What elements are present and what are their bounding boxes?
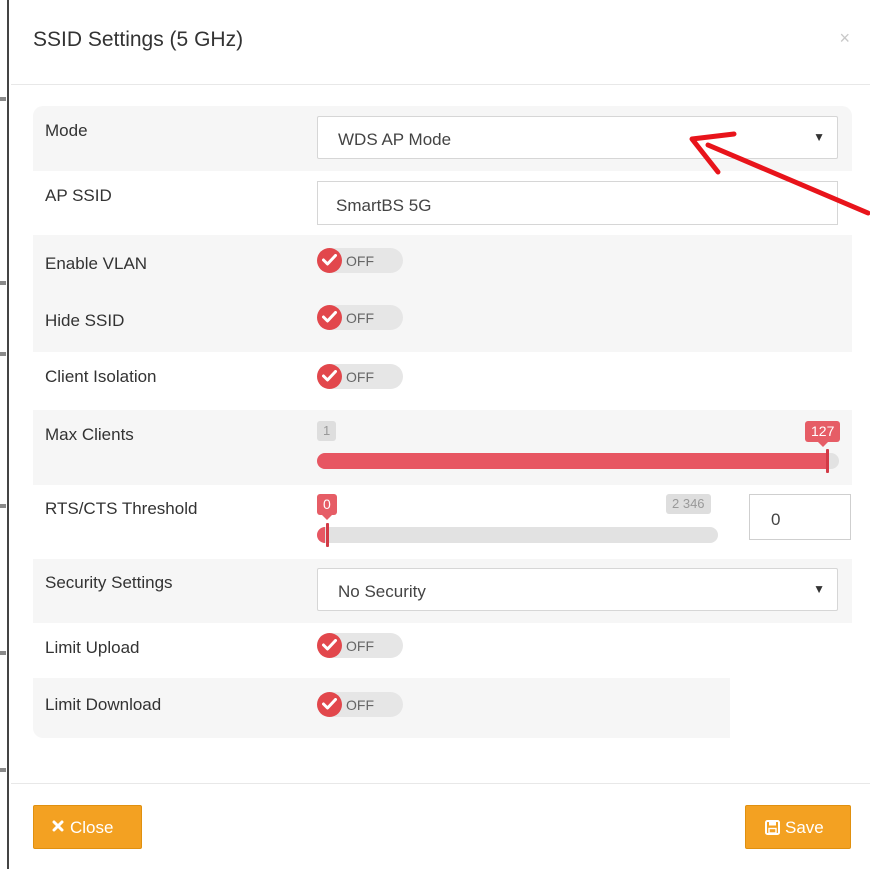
check-icon xyxy=(317,248,342,273)
mode-value: WDS AP Mode xyxy=(338,130,452,149)
enable-vlan-label: Enable VLAN xyxy=(45,254,148,273)
mode-select[interactable]: WDS AP Mode ▼ xyxy=(317,116,838,159)
edge-mark xyxy=(0,651,6,655)
row-client-isolation: Client Isolation OFF xyxy=(33,352,852,410)
edge-mark xyxy=(0,281,6,285)
ssid-settings-dialog: SSID Settings (5 GHz) × Mode WDS AP Mode… xyxy=(11,0,870,869)
security-label: Security Settings xyxy=(45,573,173,592)
dialog-title: SSID Settings (5 GHz) xyxy=(33,28,244,51)
ap-ssid-label: AP SSID xyxy=(45,186,112,205)
rts-cts-slider[interactable] xyxy=(317,527,718,543)
client-isolation-state: OFF xyxy=(346,369,374,385)
limit-download-label: Limit Download xyxy=(45,695,162,714)
row-rts-cts: RTS/CTS Threshold 0 2 346 0 xyxy=(33,485,852,559)
max-clients-label: Max Clients xyxy=(45,425,134,444)
limit-upload-state: OFF xyxy=(346,638,374,654)
edge-mark xyxy=(0,504,6,508)
check-icon xyxy=(317,633,342,658)
edge-mark xyxy=(0,768,6,772)
close-button-label: Close xyxy=(70,818,114,837)
rts-cts-slider-fill xyxy=(317,527,325,543)
row-limit-upload: Limit Upload OFF xyxy=(33,623,852,678)
close-button[interactable]: Close xyxy=(33,805,142,849)
max-clients-slider-fill xyxy=(317,453,828,469)
security-select[interactable]: No Security ▼ xyxy=(317,568,838,611)
limit-upload-toggle[interactable]: OFF xyxy=(317,633,403,658)
check-icon xyxy=(317,692,342,717)
save-button-label: Save xyxy=(785,818,824,837)
limit-upload-label: Limit Upload xyxy=(45,638,140,657)
save-button[interactable]: Save xyxy=(745,805,851,849)
row-mode: Mode WDS AP Mode ▼ xyxy=(33,106,852,171)
rts-cts-input[interactable]: 0 xyxy=(749,494,851,540)
caret-down-icon: ▼ xyxy=(813,130,825,144)
rts-cts-label: RTS/CTS Threshold xyxy=(45,499,198,518)
limit-download-toggle[interactable]: OFF xyxy=(317,692,403,717)
hide-ssid-label: Hide SSID xyxy=(45,311,125,330)
close-icon xyxy=(52,820,64,832)
enable-vlan-state: OFF xyxy=(346,253,374,269)
caret-down-icon: ▼ xyxy=(813,582,825,596)
close-icon[interactable]: × xyxy=(839,28,850,49)
mode-label: Mode xyxy=(45,121,88,140)
max-clients-min-label: 1 xyxy=(317,421,337,441)
row-max-clients: Max Clients 1 127 xyxy=(33,410,852,485)
check-icon xyxy=(317,364,342,389)
row-ap-ssid: AP SSID SmartBS 5G xyxy=(33,171,852,235)
rts-cts-slider-handle[interactable] xyxy=(326,523,329,547)
hide-ssid-toggle[interactable]: OFF xyxy=(317,305,403,330)
max-clients-slider-handle[interactable] xyxy=(826,449,829,473)
edge-mark xyxy=(0,97,6,101)
security-value: No Security xyxy=(338,582,426,601)
enable-vlan-toggle[interactable]: OFF xyxy=(317,248,403,273)
save-icon xyxy=(765,820,780,835)
client-isolation-label: Client Isolation xyxy=(45,367,157,386)
ap-ssid-value: SmartBS 5G xyxy=(336,196,432,215)
hide-ssid-state: OFF xyxy=(346,310,374,326)
row-limit-download: Limit Download OFF xyxy=(33,678,730,738)
ap-ssid-input[interactable]: SmartBS 5G xyxy=(317,181,838,225)
max-clients-value-tag: 127 xyxy=(805,421,841,447)
check-icon xyxy=(317,305,342,330)
rts-cts-max-label: 2 346 xyxy=(666,494,711,514)
max-clients-slider[interactable] xyxy=(317,453,839,469)
row-security: Security Settings No Security ▼ xyxy=(33,559,852,623)
dialog-header: SSID Settings (5 GHz) × xyxy=(11,0,870,85)
left-window-edge xyxy=(0,0,9,869)
limit-download-state: OFF xyxy=(346,697,374,713)
rts-cts-input-value: 0 xyxy=(771,510,781,529)
dialog-footer: Close Save xyxy=(11,783,870,870)
rts-cts-value-tag: 0 xyxy=(317,494,337,520)
edge-mark xyxy=(0,352,6,356)
row-vlan-hide-ssid: Enable VLAN OFF Hide SSID OFF xyxy=(33,235,852,352)
client-isolation-toggle[interactable]: OFF xyxy=(317,364,403,389)
